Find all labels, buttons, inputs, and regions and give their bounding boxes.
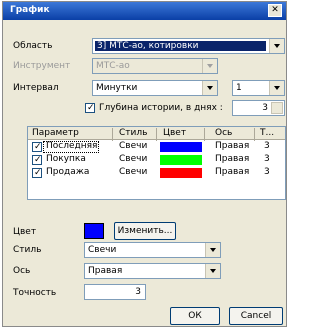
parameters-table: Параметр Стиль Цвет Ось Т... ✓ Последняя… bbox=[27, 126, 286, 200]
close-icon[interactable]: ✕ bbox=[268, 4, 282, 17]
region-value: 3] МТС-ао, котировки bbox=[95, 41, 266, 51]
row-color-swatch[interactable] bbox=[160, 142, 202, 152]
change-color-button[interactable]: Изменить... bbox=[114, 222, 176, 240]
precision-value: 3 bbox=[135, 287, 141, 297]
region-select[interactable]: 3] МТС-ао, котировки bbox=[92, 38, 285, 54]
column-header-parameter[interactable]: Параметр bbox=[32, 128, 79, 138]
chevron-down-icon[interactable] bbox=[202, 81, 217, 95]
history-days-input[interactable]: 3 bbox=[232, 100, 285, 116]
row-style: Свечи bbox=[119, 154, 148, 164]
axis-select[interactable]: Правая bbox=[84, 263, 221, 279]
chevron-down-icon[interactable] bbox=[205, 243, 220, 257]
spinner-icon[interactable] bbox=[271, 102, 283, 114]
column-header-t[interactable]: Т... bbox=[260, 128, 274, 138]
history-label: Глубина истории, в днях : bbox=[99, 103, 223, 113]
table-row[interactable]: ✓ Покупка Свечи Правая 3 bbox=[28, 154, 285, 166]
column-header-axis[interactable]: Ось bbox=[215, 128, 232, 138]
style-value: Свечи bbox=[88, 245, 117, 255]
row-checkbox[interactable]: ✓ bbox=[32, 142, 42, 152]
row-axis: Правая bbox=[215, 141, 250, 151]
interval-select[interactable]: Минутки bbox=[92, 80, 218, 96]
row-axis: Правая bbox=[215, 167, 250, 177]
style-select[interactable]: Свечи bbox=[84, 242, 221, 258]
axis-value: Правая bbox=[88, 266, 123, 276]
cancel-button[interactable]: Cancel bbox=[229, 307, 283, 325]
instrument-label: Инструмент bbox=[13, 61, 71, 71]
style-label: Стиль bbox=[13, 245, 42, 255]
chevron-down-icon[interactable] bbox=[269, 81, 284, 95]
axis-label: Ось bbox=[13, 266, 31, 276]
chevron-down-icon[interactable] bbox=[269, 39, 284, 53]
row-color-swatch[interactable] bbox=[160, 168, 202, 178]
history-checkbox[interactable]: ✓ bbox=[85, 103, 95, 113]
row-name: Продажа bbox=[46, 167, 90, 177]
column-header-color[interactable]: Цвет bbox=[163, 128, 186, 138]
precision-label: Точность bbox=[13, 288, 57, 298]
interval-label: Интервал bbox=[13, 83, 59, 93]
table-row[interactable]: ✓ Последняя Свечи Правая 3 bbox=[28, 141, 285, 153]
row-color-swatch[interactable] bbox=[160, 155, 202, 165]
row-name: Последняя bbox=[46, 141, 98, 151]
chart-dialog: График ✕ Область 3] МТС-ао, котировки Ин… bbox=[2, 1, 287, 327]
row-style: Свечи bbox=[119, 167, 148, 177]
row-t: 3 bbox=[264, 167, 270, 177]
row-name: Покупка bbox=[46, 154, 86, 164]
row-axis: Правая bbox=[215, 154, 250, 164]
title-bar[interactable]: График ✕ bbox=[3, 2, 286, 20]
instrument-value: МТС-ао bbox=[96, 61, 130, 71]
row-style: Свечи bbox=[119, 141, 148, 151]
table-header: Параметр Стиль Цвет Ось Т... bbox=[28, 127, 285, 141]
window-title: График bbox=[10, 5, 50, 15]
table-row[interactable]: ✓ Продажа Свечи Правая 3 bbox=[28, 167, 285, 179]
row-t: 3 bbox=[264, 154, 270, 164]
row-checkbox[interactable]: ✓ bbox=[32, 168, 42, 178]
instrument-select[interactable]: МТС-ао bbox=[92, 58, 218, 74]
color-label: Цвет bbox=[13, 227, 37, 237]
column-header-style[interactable]: Стиль bbox=[119, 128, 147, 138]
history-days-value: 3 bbox=[262, 103, 268, 113]
row-t: 3 bbox=[264, 141, 270, 151]
region-label: Область bbox=[13, 41, 53, 51]
interval-multiplier-select[interactable]: 1 bbox=[232, 80, 285, 96]
precision-input[interactable]: 3 bbox=[84, 284, 146, 300]
interval-multiplier-value: 1 bbox=[236, 83, 242, 93]
row-checkbox[interactable]: ✓ bbox=[32, 155, 42, 165]
chevron-down-icon[interactable] bbox=[202, 59, 217, 73]
interval-value: Минутки bbox=[96, 83, 138, 93]
chevron-down-icon[interactable] bbox=[205, 264, 220, 278]
color-swatch[interactable] bbox=[84, 223, 104, 239]
ok-button[interactable]: ОК bbox=[170, 307, 220, 325]
